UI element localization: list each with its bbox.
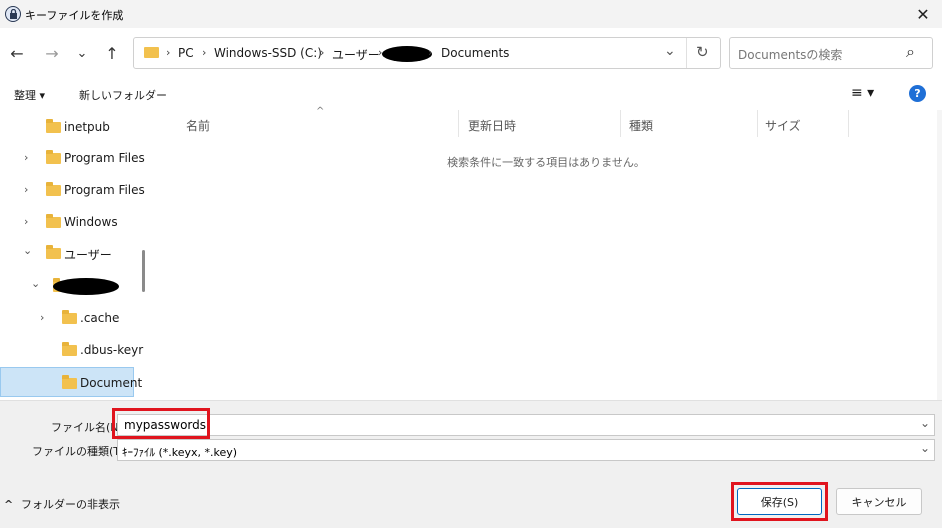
folder-icon bbox=[46, 214, 61, 228]
title-bar: キーファイルを作成 ✕ bbox=[0, 0, 942, 28]
breadcrumb-separator: › bbox=[320, 46, 325, 59]
breadcrumb-documents[interactable]: Documents bbox=[441, 46, 509, 60]
close-button[interactable]: ✕ bbox=[906, 2, 940, 26]
redacted-username bbox=[382, 46, 432, 62]
chevron-down-icon[interactable]: ⌄ bbox=[920, 441, 930, 455]
column-header-name[interactable]: 名前 bbox=[186, 117, 210, 134]
navigation-pane: inetpub › Program Files › Program Files … bbox=[0, 110, 150, 400]
chevron-down-icon: ⌄ bbox=[76, 45, 88, 61]
chevron-down-icon[interactable]: ⌄ bbox=[31, 277, 40, 290]
cancel-label: キャンセル bbox=[851, 495, 907, 509]
help-icon[interactable]: ? bbox=[909, 85, 926, 102]
sidebar-item-program-files-x86[interactable]: › Program Files bbox=[0, 175, 145, 205]
chevron-down-icon[interactable]: ⌄ bbox=[23, 244, 32, 257]
hide-folders-button[interactable]: ^ フォルダーの非表示 bbox=[4, 496, 120, 512]
close-icon: ✕ bbox=[916, 4, 930, 24]
search-input[interactable]: Documentsの検索 bbox=[738, 46, 842, 63]
search-box[interactable]: Documentsの検索 ⌕ bbox=[729, 37, 933, 69]
sidebar-item-documents[interactable]: Document bbox=[0, 367, 142, 397]
folder-icon bbox=[46, 245, 61, 259]
column-divider[interactable] bbox=[620, 110, 621, 137]
back-button[interactable]: ← bbox=[4, 39, 30, 67]
sidebar-item-users[interactable]: ⌄ ユーザー bbox=[0, 238, 140, 268]
folder-icon bbox=[144, 47, 159, 58]
search-icon: ⌕ bbox=[906, 42, 915, 61]
sidebar-item-windows[interactable]: › Windows bbox=[0, 207, 140, 237]
folder-icon bbox=[46, 119, 61, 133]
chevron-up-icon: ^ bbox=[4, 498, 14, 511]
save-label: 保存(S) bbox=[760, 495, 799, 509]
sidebar-item-label: .cache bbox=[80, 311, 120, 325]
sidebar-item-label: ユーザー bbox=[64, 248, 112, 262]
sidebar-item-label: Windows bbox=[64, 215, 118, 229]
folder-icon bbox=[46, 150, 61, 164]
column-header-modified[interactable]: 更新日時 bbox=[468, 117, 516, 134]
window-title: キーファイルを作成 bbox=[25, 9, 124, 22]
arrow-left-icon: ← bbox=[10, 43, 24, 63]
sidebar-item-label: .dbus-keyr bbox=[80, 343, 144, 357]
folder-icon bbox=[62, 342, 77, 356]
new-folder-button[interactable]: 新しいフォルダー bbox=[79, 87, 167, 103]
breadcrumb-separator: › bbox=[428, 46, 433, 59]
view-options-icon[interactable]: ≡ ▾ bbox=[851, 85, 874, 101]
refresh-icon[interactable]: ↻ bbox=[696, 43, 709, 61]
address-bar[interactable]: › PC › Windows-SSD (C:) › ユーザー › › Docum… bbox=[133, 37, 721, 69]
sidebar-item-label: inetpub bbox=[64, 120, 110, 134]
sidebar-item-inetpub[interactable]: inetpub bbox=[0, 112, 140, 142]
chevron-right-icon[interactable]: › bbox=[24, 183, 28, 196]
file-list: ^ 名前 更新日時 種類 サイズ 検索条件に一致する項目はありません。 bbox=[150, 106, 942, 400]
sidebar-item-dbus-keyrings[interactable]: .dbus-keyr bbox=[0, 335, 144, 365]
folder-icon bbox=[46, 182, 61, 196]
forward-button[interactable]: → bbox=[39, 39, 65, 67]
chevron-right-icon[interactable]: › bbox=[24, 215, 28, 228]
breadcrumb-pc[interactable]: PC bbox=[178, 46, 194, 60]
column-header-type[interactable]: 種類 bbox=[629, 117, 653, 134]
cancel-button[interactable]: キャンセル bbox=[836, 488, 922, 515]
organize-button[interactable]: 整理 ▾ bbox=[14, 87, 45, 103]
breadcrumb-users[interactable]: ユーザー bbox=[332, 46, 380, 63]
highlight-box bbox=[112, 408, 210, 439]
save-form: ファイル名(N): mypasswords ⌄ ファイルの種類(T): ｷｰﾌｧ… bbox=[0, 400, 942, 528]
address-dropdown-icon[interactable]: ⌄ bbox=[664, 43, 676, 59]
lock-icon bbox=[5, 6, 21, 22]
chevron-right-icon[interactable]: › bbox=[40, 311, 44, 324]
filetype-select[interactable]: ｷｰﾌｧｲﾙ (*.keyx, *.key) ⌄ bbox=[117, 439, 935, 461]
column-divider[interactable] bbox=[757, 110, 758, 137]
chevron-down-icon[interactable]: ⌄ bbox=[920, 416, 930, 430]
sidebar-item-cache[interactable]: › .cache bbox=[0, 303, 140, 333]
breadcrumb-separator: › bbox=[166, 46, 171, 59]
sidebar-item-user-profile[interactable]: ⌄ bbox=[0, 271, 140, 301]
filename-field[interactable]: mypasswords ⌄ bbox=[117, 414, 935, 436]
column-divider[interactable] bbox=[458, 110, 459, 137]
help-glyph: ? bbox=[914, 87, 921, 100]
column-header-size[interactable]: サイズ bbox=[765, 117, 801, 134]
sidebar-item-label: Program Files bbox=[64, 151, 145, 165]
chevron-right-icon[interactable]: › bbox=[24, 151, 28, 164]
folder-icon bbox=[62, 375, 77, 389]
save-button[interactable]: 保存(S) bbox=[737, 488, 822, 515]
file-list-scrollbar[interactable] bbox=[937, 110, 942, 400]
column-divider[interactable] bbox=[848, 110, 849, 137]
sidebar-scrollbar[interactable] bbox=[142, 250, 145, 292]
filetype-label: ファイルの種類(T): bbox=[32, 445, 129, 458]
up-button[interactable]: ↑ bbox=[99, 39, 125, 67]
filetype-value: ｷｰﾌｧｲﾙ (*.keyx, *.key) bbox=[122, 446, 238, 459]
divider bbox=[686, 38, 687, 68]
empty-message: 検索条件に一致する項目はありません。 bbox=[447, 156, 645, 169]
sort-ascending-icon: ^ bbox=[316, 106, 325, 117]
arrow-up-icon: ↑ bbox=[105, 43, 119, 63]
folder-icon bbox=[62, 310, 77, 324]
breadcrumb-drive[interactable]: Windows-SSD (C:) bbox=[214, 46, 322, 60]
arrow-right-icon: → bbox=[45, 43, 59, 63]
sidebar-item-program-files[interactable]: › Program Files bbox=[0, 143, 145, 173]
sidebar-item-label: Document bbox=[80, 376, 143, 390]
recent-locations-button[interactable]: ⌄ bbox=[69, 39, 95, 67]
hide-folders-label: フォルダーの非表示 bbox=[21, 498, 121, 511]
toolbar: 整理 ▾ 新しいフォルダー ≡ ▾ ? bbox=[0, 80, 942, 110]
sidebar-item-label: Program Files bbox=[64, 183, 145, 197]
redacted-username bbox=[53, 278, 119, 295]
breadcrumb-separator: › bbox=[202, 46, 207, 59]
